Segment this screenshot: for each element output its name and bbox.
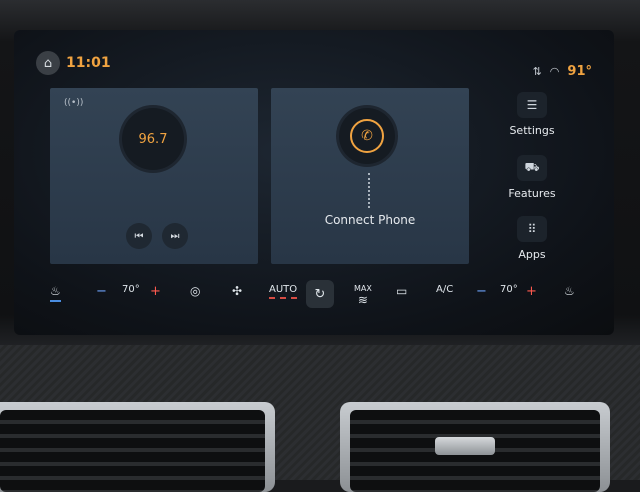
seat-heat-left-button[interactable]: ♨	[50, 284, 61, 304]
vent-adjust-tab[interactable]	[435, 437, 495, 455]
home-icon: ⌂	[43, 55, 53, 71]
apps-button[interactable]: ⠿ Apps	[502, 216, 562, 261]
outside-temperature: 91°	[567, 64, 592, 79]
fan-button[interactable]: ✣	[232, 284, 242, 298]
ac-label: A/C	[436, 284, 454, 295]
seat-icon: ♨	[564, 284, 575, 298]
minus-icon: −	[476, 284, 487, 299]
rear-defrost-button[interactable]: ▭	[396, 284, 407, 298]
max-label: MAX	[354, 284, 372, 293]
level-indicator	[50, 300, 61, 304]
plus-icon: +	[526, 284, 537, 299]
phone-card[interactable]: ✆ Connect Phone	[271, 88, 469, 264]
level-indicator	[269, 297, 298, 301]
rear-defrost-icon: ▭	[396, 284, 408, 298]
right-temp-up-button[interactable]: +	[526, 284, 537, 299]
radio-frequency-dial[interactable]: 96.7	[122, 108, 184, 170]
seat-heat-icon: ♨	[50, 284, 61, 298]
sort-icon: ⇅	[532, 65, 542, 78]
climate-bar: ♨ − 70° + ◎ ✣ AUTO ↻ MAX ≋ ▭ A/C − 70° +…	[14, 278, 614, 314]
sliders-icon: ☰	[517, 92, 547, 118]
plus-icon: +	[150, 284, 161, 299]
minus-icon: −	[96, 284, 107, 299]
radio-card[interactable]: ((•)) 96.7 ⏮ ⏭	[50, 88, 258, 264]
apps-grid-icon: ⠿	[517, 216, 547, 242]
previous-track-button[interactable]: ⏮	[126, 223, 152, 249]
recirculation-button[interactable]: ↻	[306, 280, 334, 308]
recirculation-icon: ↻	[314, 286, 326, 302]
radio-frequency: 96.7	[138, 131, 168, 147]
car-icon: ⛟	[517, 155, 547, 181]
phone-icon: ✆	[350, 119, 384, 153]
defrost-icon: ≋	[357, 293, 368, 307]
right-air-vent	[340, 402, 610, 492]
phone-dial[interactable]: ✆	[339, 108, 395, 164]
ac-button[interactable]: A/C	[436, 284, 453, 295]
auto-button[interactable]: AUTO	[269, 284, 298, 301]
seat-heat-right-button[interactable]: ♨	[564, 284, 575, 298]
right-temperature: 70°	[500, 284, 518, 295]
left-temp-up-button[interactable]: +	[150, 284, 161, 299]
signal-icon: ((•))	[64, 98, 84, 108]
next-track-icon: ⏭	[170, 230, 180, 242]
auto-label: AUTO	[269, 284, 298, 295]
home-button[interactable]: ⌂	[36, 51, 60, 75]
infotainment-screen: ⌂ 11:01 ⇅ ◠ 91° ((•)) 96.7 ⏮ ⏭ ✆ Connect…	[14, 30, 614, 335]
settings-button[interactable]: ☰ Settings	[502, 92, 562, 137]
connect-phone-label: Connect Phone	[324, 213, 416, 227]
display-bezel: ⌂ 11:01 ⇅ ◠ 91° ((•)) 96.7 ⏮ ⏭ ✆ Connect…	[0, 0, 640, 350]
status-bar: ⇅ ◠ 91°	[533, 64, 592, 79]
right-temp-down-button[interactable]: −	[476, 284, 487, 299]
phone-connector-line	[368, 173, 370, 208]
apps-label: Apps	[518, 248, 546, 261]
features-label: Features	[508, 187, 556, 200]
settings-label: Settings	[509, 124, 555, 137]
left-temperature: 70°	[122, 284, 140, 295]
wifi-icon: ◠	[549, 65, 560, 78]
clock: 11:01	[66, 55, 111, 71]
steering-wheel-icon: ◎	[190, 284, 201, 298]
steering-heat-button[interactable]: ◎	[190, 284, 200, 298]
left-air-vent	[0, 402, 275, 492]
fan-icon: ✣	[232, 284, 243, 298]
next-track-button[interactable]: ⏭	[162, 223, 188, 249]
previous-track-icon: ⏮	[134, 230, 144, 242]
features-button[interactable]: ⛟ Features	[502, 155, 562, 200]
max-defrost-button[interactable]: MAX ≋	[354, 284, 372, 307]
left-temp-down-button[interactable]: −	[96, 284, 107, 299]
